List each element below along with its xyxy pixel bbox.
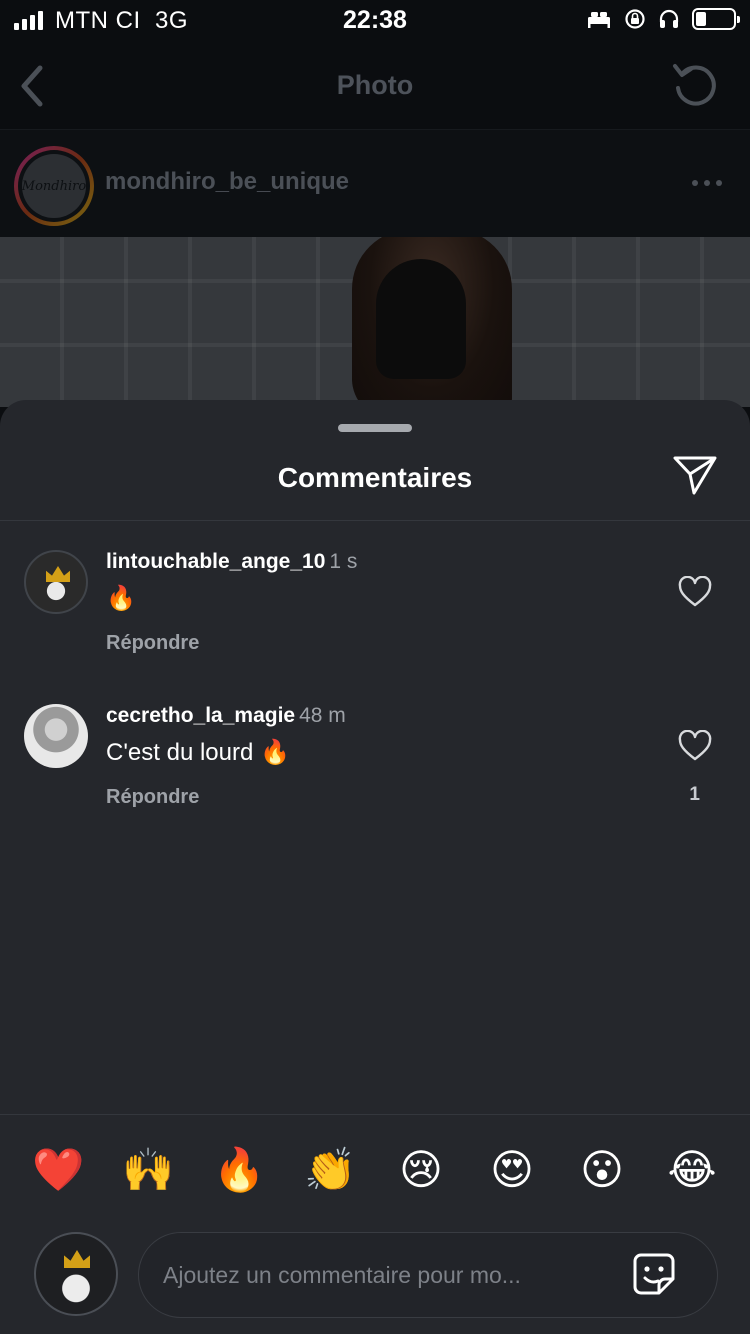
divider <box>0 1114 750 1115</box>
story-ring[interactable]: Mondhiro <box>14 146 94 226</box>
emoji-surprised[interactable]: 😮 <box>576 1144 628 1196</box>
emoji-reaction-bar: ❤️ 🙌 🔥 👏 😢 😍 😮 😂 <box>0 1144 750 1200</box>
comment-composer <box>138 1232 718 1318</box>
account-name[interactable]: mondhiro_be_unique <box>105 168 349 196</box>
rotation-lock-icon <box>625 9 645 29</box>
reply-button[interactable]: Répondre <box>106 786 199 809</box>
more-options-icon[interactable] <box>692 180 722 186</box>
comment-text: 🔥 <box>106 585 136 612</box>
status-icons <box>586 8 740 30</box>
comment-username[interactable]: cecretho_la_magie <box>106 704 295 727</box>
emoji-crying[interactable]: 😢 <box>395 1144 447 1196</box>
sheet-grabber[interactable] <box>338 424 412 432</box>
emoji-heart[interactable]: ❤️ <box>32 1144 84 1196</box>
comment-item: lintouchable_ange_10 1 s 🔥 Répondre <box>0 550 750 660</box>
commenter-avatar[interactable] <box>24 550 88 614</box>
top-nav-bar: Photo <box>0 42 750 130</box>
commenter-avatar[interactable] <box>24 704 88 768</box>
comment-item: cecretho_la_magie 48 m C'est du lourd 🔥 R… <box>0 704 750 814</box>
page-title: Photo <box>336 70 414 100</box>
comments-sheet: Commentaires lintouchable_ange_10 1 s 🔥 R… <box>0 400 750 1334</box>
heart-icon[interactable] <box>678 576 712 608</box>
like-count: 1 <box>689 784 700 805</box>
post-header: Mondhiro mondhiro_be_unique <box>0 130 750 237</box>
sheet-title: Commentaires <box>277 462 473 493</box>
account-avatar: Mondhiro <box>22 154 86 218</box>
comment-input[interactable] <box>163 1253 603 1297</box>
divider <box>0 520 750 521</box>
reload-icon[interactable] <box>670 60 720 110</box>
emoji-clap[interactable]: 👏 <box>304 1144 356 1196</box>
comment-time: 48 m <box>299 704 346 727</box>
bed-icon <box>588 12 610 28</box>
emoji-laughing[interactable]: 😂 <box>666 1144 718 1196</box>
comment-username[interactable]: lintouchable_ange_10 <box>106 550 325 573</box>
emoji-fire[interactable]: 🔥 <box>213 1144 265 1196</box>
sticker-icon[interactable] <box>631 1251 677 1297</box>
paper-plane-icon[interactable] <box>672 454 718 496</box>
heart-icon[interactable] <box>678 730 712 762</box>
headphones-icon <box>659 9 679 28</box>
comment-header: lintouchable_ange_10 1 s <box>106 550 357 574</box>
shoe-image <box>352 237 512 407</box>
comment-time: 1 s <box>329 550 358 573</box>
status-bar: MTN CI 3G 22:38 <box>0 0 750 42</box>
post-photo <box>0 237 750 407</box>
emoji-heart-eyes[interactable]: 😍 <box>486 1144 538 1196</box>
background-post: Photo Mondhiro mondhiro_be_unique <box>0 42 750 407</box>
reply-button[interactable]: Répondre <box>106 632 199 655</box>
battery-icon <box>692 8 740 30</box>
comment-header: cecretho_la_magie 48 m <box>106 704 346 728</box>
my-avatar <box>34 1232 118 1316</box>
comment-text: C'est du lourd 🔥 <box>106 739 290 766</box>
emoji-raised-hands[interactable]: 🙌 <box>122 1144 174 1196</box>
